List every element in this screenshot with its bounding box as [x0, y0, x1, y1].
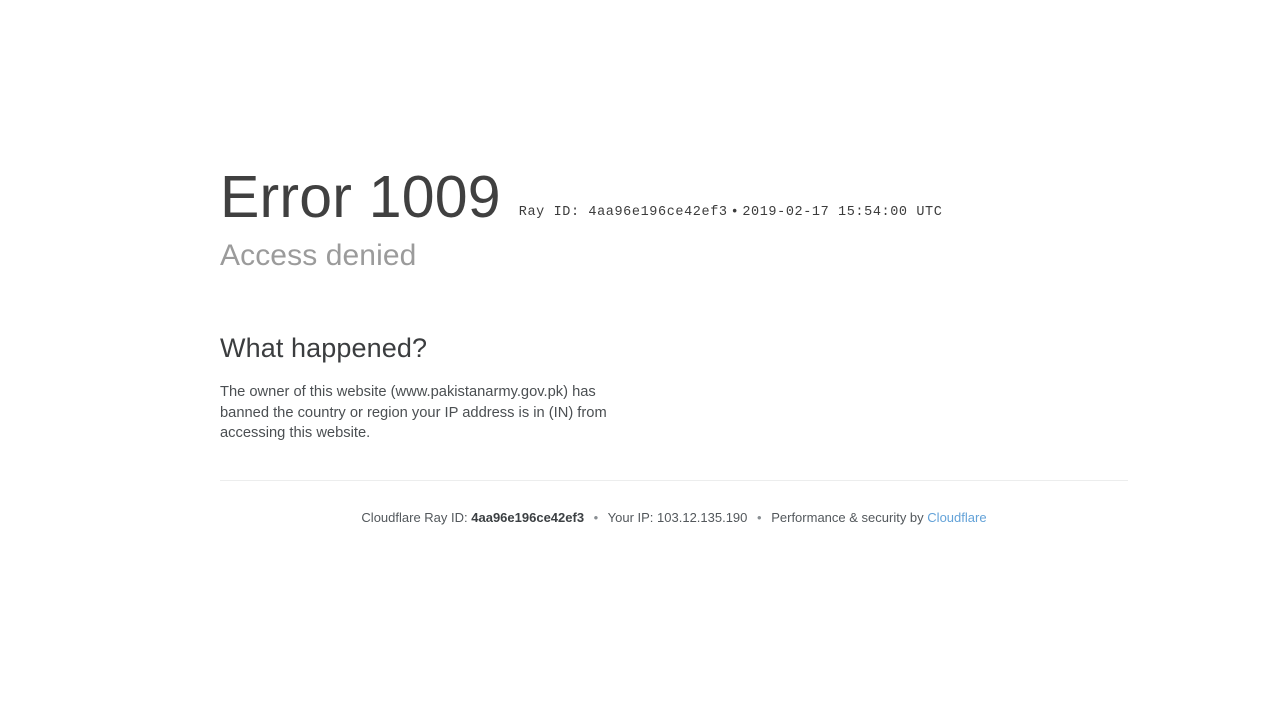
footer-divider: [220, 480, 1128, 481]
error-page: Error 1009 Ray ID: 4aa96e196ce42ef3 • 2019…: [0, 0, 1280, 720]
page-footer: Cloudflare Ray ID: 4aa96e196ce42ef3 • Yo…: [220, 508, 1128, 528]
cloudflare-link[interactable]: Cloudflare: [927, 510, 986, 525]
error-header: Error 1009 Ray ID: 4aa96e196ce42ef3 • 2019…: [220, 168, 942, 227]
meta-separator: •: [730, 205, 740, 220]
footer-ray-id-label: Cloudflare Ray ID:: [361, 510, 468, 525]
footer-performance-label: Performance & security by: [771, 510, 924, 525]
footer-separator-1: •: [593, 510, 599, 525]
error-code: Error 1009: [220, 164, 501, 230]
ray-id-text: Ray ID: 4aa96e196ce42ef3: [518, 205, 728, 220]
what-happened-heading: What happened?: [220, 333, 428, 363]
error-subtitle: Access denied: [220, 239, 417, 272]
ray-timestamp: 2019-02-17 15:54:00 UTC: [742, 205, 943, 220]
ray-id-meta: Ray ID: 4aa96e196ce42ef3 • 2019-02-17 15:5…: [519, 205, 943, 220]
footer-your-ip-label: Your IP:: [607, 510, 654, 525]
what-happened-body: The owner of this website (www.pakistana…: [220, 384, 607, 442]
footer-separator-2: •: [757, 510, 762, 525]
footer-your-ip-value: 103.12.135.190: [657, 510, 748, 525]
footer-ray-id-value: 4aa96e196ce42ef3: [471, 510, 585, 525]
